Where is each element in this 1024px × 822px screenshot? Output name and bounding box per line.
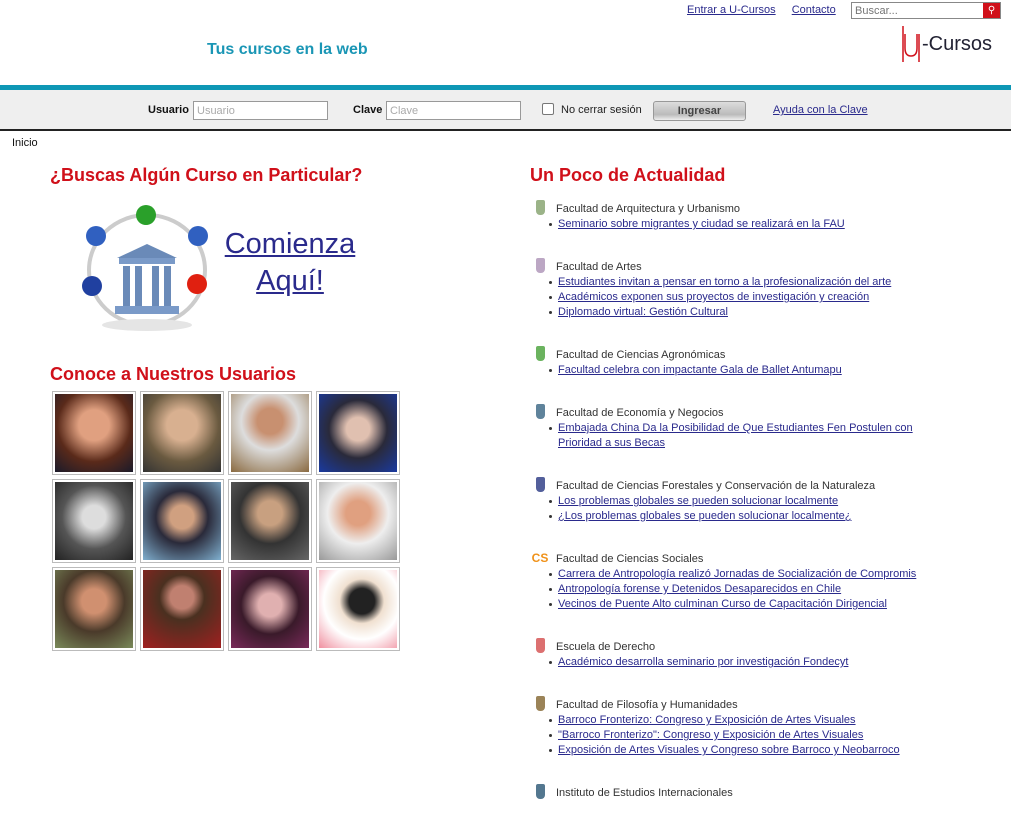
top-links: Entrar a U-Cursos Contacto	[687, 4, 849, 16]
news-link[interactable]: Vecinos de Puente Alto culminan Curso de…	[558, 598, 887, 610]
u-cursos-logo[interactable]: -Cursos	[901, 26, 992, 62]
news-item: Seminario sobre migrantes y ciudad se re…	[549, 217, 953, 232]
news-link[interactable]: "Barroco Fronterizo": Congreso y Exposic…	[558, 729, 863, 741]
cs-icon: CS	[531, 551, 549, 565]
news-link[interactable]: Académicos exponen sus proyectos de inve…	[558, 291, 869, 303]
password-input[interactable]	[386, 101, 521, 120]
news-link[interactable]: Académico desarrolla seminario por inves…	[558, 656, 848, 668]
user-input[interactable]	[193, 101, 328, 120]
faculty-name: Instituto de Estudios Internacionales	[556, 787, 733, 799]
user-photo[interactable]	[228, 567, 312, 651]
faculty-name: Facultad de Ciencias Agronómicas	[556, 349, 726, 361]
faculty-name: Facultad de Filosofía y Humanidades	[556, 699, 738, 711]
password-help-link[interactable]: Ayuda con la Clave	[773, 104, 868, 116]
news-item: Embajada China Da la Posibilidad de Que …	[549, 421, 953, 451]
user-photo[interactable]	[228, 391, 312, 475]
user-photo[interactable]	[52, 567, 136, 651]
user-photo[interactable]	[140, 391, 224, 475]
crest-icon	[533, 197, 547, 215]
news-link[interactable]: Diplomado virtual: Gestión Cultural	[558, 306, 728, 318]
globe-icon	[533, 781, 547, 799]
user-photo[interactable]	[316, 567, 400, 651]
faculty-name: Facultad de Ciencias Forestales y Conser…	[556, 480, 876, 492]
faculty-name: Facultad de Artes	[556, 261, 642, 273]
login-link[interactable]: Entrar a U-Cursos	[687, 4, 776, 16]
start-here-link[interactable]: Comienza Aquí!	[220, 226, 360, 300]
search-box: ⚲	[851, 2, 1001, 19]
faculty-block: Escuela de Derecho Académico desarrolla s…	[533, 635, 953, 670]
tagline: Tus cursos en la web	[207, 41, 368, 58]
faculty-block: Facultad de Economía y Negocios Embajada …	[533, 401, 953, 451]
news-item: Académico desarrolla seminario por inves…	[549, 655, 953, 670]
news-link[interactable]: Exposición de Artes Visuales y Congreso …	[558, 744, 900, 756]
user-label: Usuario	[148, 104, 189, 116]
faculty-block: Facultad de Arquitectura y Urbanismo Semi…	[533, 197, 953, 232]
news-item: Estudiantes invitan a pensar en torno a …	[549, 275, 953, 290]
user-photo[interactable]	[52, 391, 136, 475]
u-logo-icon	[902, 26, 920, 62]
search-input[interactable]	[852, 3, 983, 18]
news-item: "Barroco Fronterizo": Congreso y Exposic…	[549, 728, 953, 743]
news-item: Académicos exponen sus proyectos de inve…	[549, 290, 953, 305]
login-button[interactable]: Ingresar	[653, 101, 746, 121]
news-item: Facultad celebra con impactante Gala de …	[549, 363, 953, 378]
faculty-name: Facultad de Arquitectura y Urbanismo	[556, 203, 741, 215]
faculty-name: Facultad de Ciencias Sociales	[556, 553, 704, 565]
news-item: Barroco Fronterizo: Congreso y Exposició…	[549, 713, 953, 728]
u-leaf-icon	[533, 343, 547, 361]
user-photo[interactable]	[316, 391, 400, 475]
news-item: Antropología forense y Detenidos Desapar…	[549, 582, 953, 597]
faculty-block: CS Facultad de Ciencias Sociales Carrera d…	[531, 547, 953, 612]
faculty-block: Instituto de Estudios Internacionales	[533, 781, 953, 799]
faculty-block: Facultad de Ciencias Forestales y Conser…	[533, 474, 953, 524]
faculty-block: Facultad de Filosofía y Humanidades Barro…	[533, 693, 953, 758]
news-link[interactable]: Barroco Fronterizo: Congreso y Exposició…	[558, 714, 856, 726]
u-tree-icon	[533, 474, 547, 492]
user-photo[interactable]	[140, 479, 224, 563]
news-link[interactable]: Antropología forense y Detenidos Desapar…	[558, 583, 841, 595]
news-title: Un Poco de Actualidad	[530, 165, 726, 185]
crest-icon	[533, 635, 547, 653]
breadcrumb: Inicio	[12, 137, 38, 149]
user-photo[interactable]	[52, 479, 136, 563]
news-list: Facultad de Arquitectura y Urbanismo Semi…	[531, 197, 953, 822]
news-item: Diplomado virtual: Gestión Cultural	[549, 305, 953, 320]
faculty-name: Facultad de Economía y Negocios	[556, 407, 724, 419]
news-link[interactable]: Facultad celebra con impactante Gala de …	[558, 364, 842, 376]
crest-icon	[533, 401, 547, 419]
login-bar: Usuario Clave No cerrar sesión Ingresar …	[0, 90, 1011, 131]
users-title: Conoce a Nuestros Usuarios	[50, 364, 297, 384]
user-photo[interactable]	[228, 479, 312, 563]
search-button[interactable]: ⚲	[983, 3, 1000, 18]
user-photo[interactable]	[316, 479, 400, 563]
news-link[interactable]: Los problemas globales se pueden solucio…	[558, 495, 838, 507]
faculty-block: Facultad de Artes Estudiantes invitan a p…	[533, 255, 953, 320]
news-item: Vecinos de Puente Alto culminan Curso de…	[549, 597, 953, 612]
news-item: Exposición de Artes Visuales y Congreso …	[549, 743, 953, 758]
user-photo[interactable]	[140, 567, 224, 651]
news-link[interactable]: Carrera de Antropología realizó Jornadas…	[558, 568, 916, 580]
faculty-block: Facultad de Ciencias Agronómicas Facultad…	[533, 343, 953, 378]
crest-icon	[533, 693, 547, 711]
news-item: Carrera de Antropología realizó Jornadas…	[549, 567, 953, 582]
news-item: Los problemas globales se pueden solucio…	[549, 494, 953, 509]
news-item: ¿Los problemas globales se pueden soluci…	[549, 509, 953, 524]
news-link[interactable]: Embajada China Da la Posibilidad de Que …	[558, 422, 913, 449]
courses-illustration[interactable]	[75, 200, 220, 335]
password-label: Clave	[353, 104, 383, 116]
search-icon: ⚲	[987, 5, 996, 16]
search-course-title: ¿Buscas Algún Curso en Particular?	[50, 165, 363, 185]
remember-checkbox[interactable]	[542, 103, 554, 115]
crest-icon	[533, 255, 547, 273]
news-link[interactable]: ¿Los problemas globales se pueden soluci…	[558, 510, 852, 522]
faculty-name: Escuela de Derecho	[556, 641, 656, 653]
user-photos-grid	[52, 391, 400, 651]
contact-link[interactable]: Contacto	[792, 4, 836, 16]
news-link[interactable]: Seminario sobre migrantes y ciudad se re…	[558, 218, 845, 230]
news-link[interactable]: Estudiantes invitan a pensar en torno a …	[558, 276, 891, 288]
remember-label: No cerrar sesión	[561, 104, 642, 116]
